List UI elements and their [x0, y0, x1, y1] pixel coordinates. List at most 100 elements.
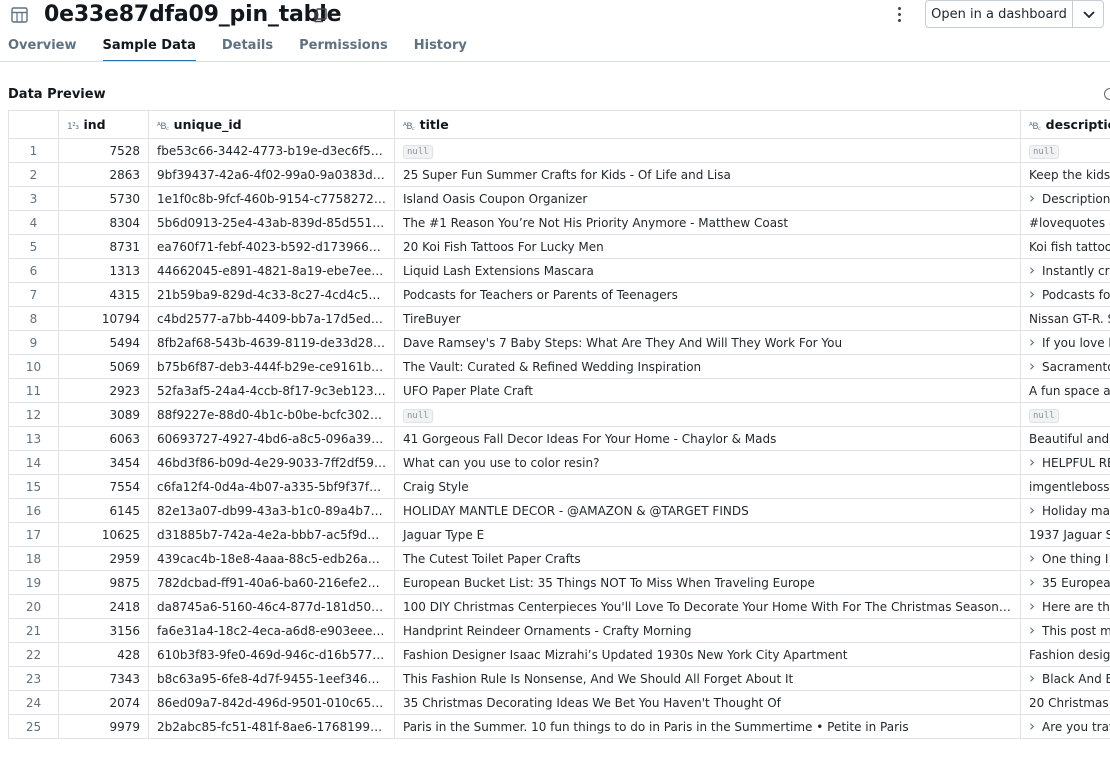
title-cell: 35 Christmas Decorating Ideas We Bet You…	[394, 690, 1021, 715]
title-cell: The Vault: Curated & Refined Wedding Ins…	[394, 354, 1021, 379]
unique-id-cell: c6fa12f4-0d4a-4b07-a335-5bf9f37f8281	[148, 474, 395, 499]
table-row[interactable]: 7 4315 21b59ba9-829d-4c33-8c27-4cd4c56d26b…	[8, 282, 1110, 307]
ind-cell: 2418	[58, 594, 149, 619]
ind-cell: 10794	[58, 306, 149, 331]
title-cell: Paris in the Summer. 10 fun things to do…	[394, 714, 1021, 739]
page-title: 0e33e87dfa09_pin_table	[44, 2, 342, 27]
row-number-cell: 25	[8, 714, 59, 739]
column-header-unique-id[interactable]: ᴬB꜀ unique_id	[148, 110, 395, 139]
description-text: 20 Christmas D	[1029, 695, 1110, 710]
expand-chevron-icon[interactable]: ›	[1029, 550, 1035, 565]
table-body: 1 7528 fbe53c66-3442-4773-b19e-d3ec6f54ddd…	[8, 138, 1110, 739]
table-row[interactable]: 4 8304 5b6d0913-25e4-43ab-839d-85d5516f78.…	[8, 210, 1110, 235]
table-row[interactable]: 5 8731 ea760f71-febf-4023-b592-d1739665903…	[8, 234, 1110, 259]
row-number-cell: 20	[8, 594, 59, 619]
table-row[interactable]: 19 9875 782dcbad-ff91-40a6-ba60-216efe29ad…	[8, 570, 1110, 595]
tab-bar: Overview Sample Data Details Permissions…	[8, 38, 493, 62]
description-cell: Nissan GT-R. Si	[1020, 306, 1110, 331]
description-text: imgentleboss: '	[1029, 479, 1110, 494]
table-row[interactable]: 16 6145 82e13a07-db99-43a3-b1c0-89a4b75821…	[8, 498, 1110, 523]
ind-cell: 6063	[58, 426, 149, 451]
description-text: This post ma	[1042, 623, 1110, 638]
row-number-cell: 6	[8, 258, 59, 283]
table-row[interactable]: 25 9979 2b2abc85-fc51-481f-8ae6-17681993da…	[8, 714, 1110, 739]
expand-chevron-icon[interactable]: ›	[1029, 718, 1035, 733]
table-row[interactable]: 22 428 610b3f83-9fe0-469d-946c-d16b577fca7…	[8, 642, 1110, 667]
more-options-icon[interactable]	[893, 5, 905, 25]
open-dashboard-dropdown-button[interactable]	[1072, 0, 1104, 28]
tab-overview[interactable]: Overview	[8, 38, 77, 60]
unique-id-cell: 44662045-e891-4821-8a19-ebe7eedd3...	[148, 258, 395, 283]
description-text: A fun space act	[1029, 383, 1110, 398]
expand-chevron-icon[interactable]: ›	[1029, 358, 1035, 373]
table-row[interactable]: 24 2074 86ed09a7-842d-496d-9501-010c654eb3…	[8, 690, 1110, 715]
ind-cell: 5494	[58, 330, 149, 355]
title-cell: European Bucket List: 35 Things NOT To M…	[394, 570, 1021, 595]
copy-icon[interactable]	[313, 8, 327, 23]
column-header-ind[interactable]: 1²₃ ind	[58, 110, 149, 139]
tab-sample-data[interactable]: Sample Data	[102, 38, 196, 62]
table-row[interactable]: 2 2863 9bf39437-42a6-4f02-99a0-9a0383d8cd7…	[8, 162, 1110, 187]
integer-type-icon: 1²₃	[67, 122, 79, 132]
title-cell: Craig Style	[394, 474, 1021, 499]
column-header-title[interactable]: ᴬB꜀ title	[394, 110, 1021, 139]
row-number-cell: 3	[8, 186, 59, 211]
ind-cell: 428	[58, 642, 149, 667]
description-cell: imgentleboss: '	[1020, 474, 1110, 499]
ind-cell: 8304	[58, 210, 149, 235]
unique-id-cell: d31885b7-742a-4e2a-bbb7-ac5f9d334340	[148, 522, 395, 547]
expand-chevron-icon[interactable]: ›	[1029, 286, 1035, 301]
expand-chevron-icon[interactable]: ›	[1029, 454, 1035, 469]
ind-cell: 9875	[58, 570, 149, 595]
table-row[interactable]: 11 2923 52fa3af5-24a4-4ccb-8f17-9c3eb12327…	[8, 378, 1110, 403]
ind-cell: 3156	[58, 618, 149, 643]
open-in-dashboard-button[interactable]: Open in a dashboard	[925, 0, 1073, 28]
expand-chevron-icon[interactable]: ›	[1029, 190, 1035, 205]
table-row[interactable]: 8 10794 c4bd2577-a7bb-4409-bb7a-17d5ed7e1c…	[8, 306, 1110, 331]
expand-chevron-icon[interactable]: ›	[1029, 574, 1035, 589]
expand-chevron-icon[interactable]: ›	[1029, 502, 1035, 517]
ind-cell: 2923	[58, 378, 149, 403]
unique-id-cell: 5b6d0913-25e4-43ab-839d-85d5516f78...	[148, 210, 395, 235]
title-cell: HOLIDAY MANTLE DECOR - @AMAZON & @TARGET…	[394, 498, 1021, 523]
expand-chevron-icon[interactable]: ›	[1029, 670, 1035, 685]
ind-cell: 6145	[58, 498, 149, 523]
info-icon[interactable]	[1104, 88, 1110, 100]
description-text: Nissan GT-R. Si	[1029, 311, 1110, 326]
row-number-cell: 8	[8, 306, 59, 331]
table-row[interactable]: 12 3089 88f9227e-88d0-4b1c-b0be-bcfc3028b8…	[8, 402, 1110, 427]
table-row[interactable]: 14 3454 46bd3f86-b09d-4e29-9033-7ff2df595e…	[8, 450, 1110, 475]
unique-id-cell: fbe53c66-3442-4773-b19e-d3ec6f54dddf	[148, 138, 395, 163]
table-row[interactable]: 23 7343 b8c63a95-6fe8-4d7f-9455-1eef3462fe…	[8, 666, 1110, 691]
tab-details[interactable]: Details	[222, 38, 273, 60]
table-row[interactable]: 21 3156 fa6e31a4-18c2-4eca-a6d8-e903eee2c2…	[8, 618, 1110, 643]
table-row[interactable]: 9 5494 8fb2af68-543b-4639-8119-de33d28706e…	[8, 330, 1110, 355]
ind-cell: 4315	[58, 282, 149, 307]
table-row[interactable]: 18 2959 439cac4b-18e8-4aaa-88c5-edb26a7011…	[8, 546, 1110, 571]
expand-chevron-icon[interactable]: ›	[1029, 598, 1035, 613]
table-row[interactable]: 17 10625 d31885b7-742a-4e2a-bbb7-ac5f9d334…	[8, 522, 1110, 547]
table-row[interactable]: 10 5069 b75b6f87-deb3-444f-b29e-ce9161b2df…	[8, 354, 1110, 379]
tab-history[interactable]: History	[414, 38, 467, 60]
unique-id-cell: 9bf39437-42a6-4f02-99a0-9a0383d8cd70	[148, 162, 395, 187]
expand-chevron-icon[interactable]: ›	[1029, 262, 1035, 277]
table-row[interactable]: 1 7528 fbe53c66-3442-4773-b19e-d3ec6f54ddd…	[8, 138, 1110, 163]
unique-id-cell: 46bd3f86-b09d-4e29-9033-7ff2df595e51	[148, 450, 395, 475]
tab-permissions[interactable]: Permissions	[299, 38, 388, 60]
table-row[interactable]: 6 1313 44662045-e891-4821-8a19-ebe7eedd3..…	[8, 258, 1110, 283]
expand-chevron-icon[interactable]: ›	[1029, 622, 1035, 637]
string-type-icon: ᴬB꜀	[1029, 122, 1041, 132]
null-badge: null	[1029, 408, 1059, 423]
expand-chevron-icon[interactable]: ›	[1029, 334, 1035, 349]
column-header-rownum	[8, 110, 59, 139]
description-text: Description	[1042, 191, 1110, 206]
table-row[interactable]: 20 2418 da8745a6-5160-46c4-877d-181d50a729…	[8, 594, 1110, 619]
table-row[interactable]: 3 5730 1e1f0c8b-9fcf-460b-9154-c775827206e…	[8, 186, 1110, 211]
title-cell: The #1 Reason You’re Not His Priority An…	[394, 210, 1021, 235]
unique-id-cell: 21b59ba9-829d-4c33-8c27-4cd4c56d26b8	[148, 282, 395, 307]
title-cell: Dave Ramsey's 7 Baby Steps: What Are The…	[394, 330, 1021, 355]
table-row[interactable]: 13 6063 60693727-4927-4bd6-a8c5-096a392d63…	[8, 426, 1110, 451]
column-header-description[interactable]: ᴬB꜀description	[1020, 110, 1110, 139]
row-number-cell: 18	[8, 546, 59, 571]
table-row[interactable]: 15 7554 c6fa12f4-0d4a-4b07-a335-5bf9f37f82…	[8, 474, 1110, 499]
